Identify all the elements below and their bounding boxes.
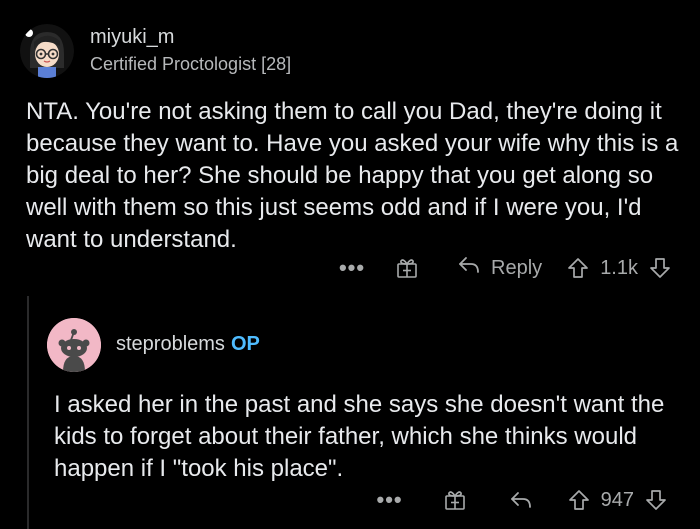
upvote-icon[interactable]	[566, 256, 590, 280]
reply-button[interactable]: Reply	[457, 255, 542, 281]
award-icon[interactable]	[395, 256, 419, 280]
upvote-icon[interactable]	[567, 488, 591, 512]
more-options-button[interactable]: •••	[339, 255, 365, 281]
reply-label: Reply	[491, 256, 543, 279]
award-icon[interactable]	[443, 488, 467, 512]
avatar[interactable]	[47, 318, 101, 372]
username-text: steproblems	[116, 333, 225, 355]
thread-line[interactable]	[27, 296, 29, 529]
downvote-icon[interactable]	[648, 256, 672, 280]
comment-actions: ••• Reply 1.1k	[339, 252, 672, 284]
comment-body: I asked her in the past and she says she…	[54, 391, 665, 482]
vote-score: 1.1k	[600, 256, 638, 279]
username[interactable]: steproblems OP	[116, 333, 260, 356]
more-options-button[interactable]: •••	[377, 487, 403, 513]
reply-icon[interactable]	[509, 490, 533, 510]
comment-steproblems: steproblems OP I asked her in the past an…	[0, 0, 700, 512]
op-badge: OP	[230, 333, 260, 355]
vote-score: 947	[600, 488, 634, 511]
reply-icon	[457, 255, 481, 281]
downvote-icon[interactable]	[644, 488, 668, 512]
comment-actions: ••• 947	[377, 484, 668, 516]
